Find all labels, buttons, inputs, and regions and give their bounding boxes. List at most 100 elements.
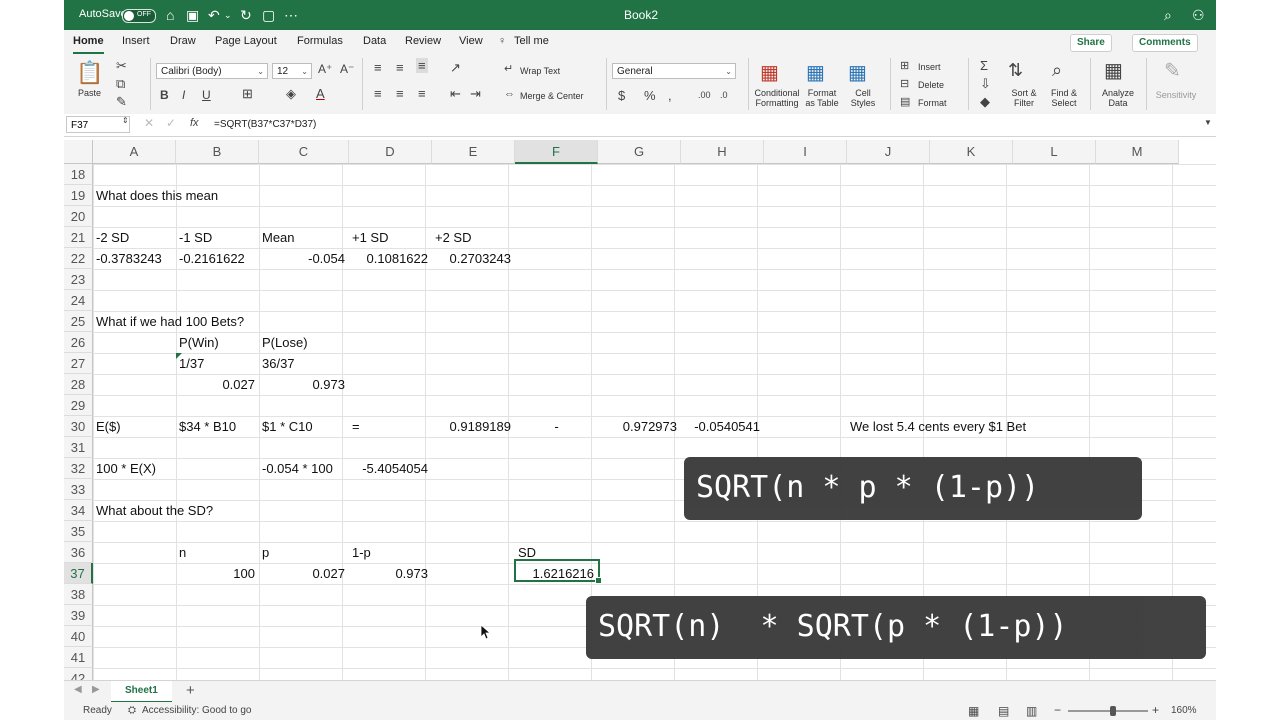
more-options-icon[interactable]: ⋯ [284, 6, 298, 24]
insert-function-button[interactable]: fx [190, 117, 199, 129]
cell-d32[interactable]: -5.4054054 [349, 458, 428, 479]
column-header-i[interactable]: I [764, 140, 847, 164]
zoom-in-icon[interactable]: + [1152, 703, 1159, 717]
italic-icon[interactable]: I [182, 88, 185, 102]
cell-d37[interactable]: 0.973 [349, 563, 428, 584]
tab-formulas[interactable]: Formulas [297, 35, 343, 47]
cell-c28[interactable]: 0.973 [259, 374, 345, 395]
cut-icon[interactable]: ✂ [116, 58, 127, 74]
cell-e30[interactable]: 0.9189189 [432, 416, 511, 437]
delete-cells-icon[interactable]: ⊟ [900, 77, 909, 90]
cell-a30[interactable]: E($) [96, 416, 121, 437]
column-header-j[interactable]: J [847, 140, 930, 164]
increase-font-icon[interactable]: A⁺ [318, 62, 332, 76]
select-all-corner[interactable] [64, 140, 93, 164]
cell-b37[interactable]: 100 [176, 563, 255, 584]
cancel-icon[interactable]: ✕ [144, 116, 154, 130]
conditional-formatting-icon[interactable]: ▦ [760, 60, 779, 85]
align-right-icon[interactable]: ≡ [418, 86, 426, 101]
find-select-button[interactable]: Find & Select [1048, 88, 1080, 108]
account-icon[interactable]: ⚇ [1192, 6, 1205, 24]
sort-filter-button[interactable]: Sort & Filter [1008, 88, 1040, 108]
comma-icon[interactable]: , [668, 88, 672, 103]
undo-icon[interactable]: ↶ [208, 6, 220, 24]
align-top-icon[interactable]: ≡ [374, 60, 382, 75]
share-button[interactable]: Share [1070, 34, 1112, 52]
cell-b22[interactable]: -0.2161622 [179, 248, 245, 269]
font-name-select[interactable]: Calibri (Body) ⌄ [156, 63, 268, 79]
row-header-27[interactable]: 27 [64, 353, 93, 374]
undo-dropdown-icon[interactable]: ⌄ [224, 6, 232, 24]
new-document-icon[interactable]: ▢ [262, 6, 275, 24]
row-header-30[interactable]: 30 [64, 416, 93, 437]
column-header-g[interactable]: G [598, 140, 681, 164]
page-break-view-icon[interactable]: ▥ [1026, 704, 1037, 718]
row-header-23[interactable]: 23 [64, 269, 93, 290]
currency-icon[interactable]: $ [618, 88, 625, 103]
format-cells-button[interactable]: Format [918, 98, 947, 108]
row-header-25[interactable]: 25 [64, 311, 93, 332]
row-header-29[interactable]: 29 [64, 395, 93, 416]
row-header-40[interactable]: 40 [64, 626, 93, 647]
sort-filter-icon[interactable]: ⇅ [1008, 60, 1023, 81]
cell-styles-button[interactable]: Cell Styles [848, 88, 878, 108]
cell-b30[interactable]: $34 * B10 [179, 416, 236, 437]
accessibility-status[interactable]: Accessibility: Good to go [142, 705, 252, 716]
cell-a21[interactable]: -2 SD [96, 227, 129, 248]
expand-formula-icon[interactable]: ▼ [1204, 118, 1212, 127]
formula-input[interactable]: =SQRT(B37*C37*D37) [214, 119, 316, 130]
column-header-m[interactable]: M [1096, 140, 1179, 164]
align-left-icon[interactable]: ≡ [374, 86, 382, 101]
wrap-text-button[interactable]: Wrap Text [520, 66, 560, 76]
find-select-icon[interactable]: ⌕ [1052, 60, 1062, 81]
row-header-37[interactable]: 37 [64, 563, 93, 584]
error-indicator-icon[interactable] [176, 353, 182, 359]
cell-a19[interactable]: What does this mean [96, 185, 218, 206]
insert-cells-button[interactable]: Insert [918, 62, 941, 72]
active-cell-f37[interactable] [514, 559, 602, 584]
cell-d30[interactable]: = [352, 416, 360, 437]
column-header-k[interactable]: K [930, 140, 1013, 164]
format-as-table-icon[interactable]: ▦ [806, 60, 825, 85]
row-header-32[interactable]: 32 [64, 458, 93, 479]
analyze-data-icon[interactable]: ▦ [1104, 58, 1123, 83]
cell-b26[interactable]: P(Win) [179, 332, 219, 353]
tab-review[interactable]: Review [405, 35, 441, 47]
save-icon[interactable]: ▣ [186, 6, 199, 24]
tab-home[interactable]: Home [73, 35, 104, 54]
cell-d36[interactable]: 1-p [352, 542, 371, 563]
name-box-stepper-icon[interactable]: ⇕ [122, 116, 129, 125]
cell-c27[interactable]: 36/37 [262, 353, 295, 374]
format-as-table-button[interactable]: Format as Table [802, 88, 842, 108]
row-header-31[interactable]: 31 [64, 437, 93, 458]
cell-d22[interactable]: 0.1081622 [349, 248, 428, 269]
sensitivity-icon[interactable]: ✎ [1164, 58, 1181, 83]
page-layout-view-icon[interactable]: ▤ [998, 704, 1009, 718]
fill-color-icon[interactable]: ◈ [286, 86, 296, 102]
font-color-icon[interactable]: A [316, 86, 325, 101]
tab-data[interactable]: Data [363, 35, 386, 47]
cell-c22[interactable]: -0.054 [259, 248, 345, 269]
row-header-26[interactable]: 26 [64, 332, 93, 353]
add-sheet-icon[interactable]: + [186, 682, 195, 699]
row-header-42[interactable]: 42 [64, 668, 93, 680]
cell-styles-icon[interactable]: ▦ [848, 60, 867, 85]
cell-c26[interactable]: P(Lose) [262, 332, 308, 353]
comments-button[interactable]: Comments [1132, 34, 1198, 52]
column-header-b[interactable]: B [176, 140, 259, 164]
cell-c37[interactable]: 0.027 [259, 563, 345, 584]
align-center-icon[interactable]: ≡ [396, 86, 404, 101]
underline-icon[interactable]: U [202, 88, 211, 102]
row-header-34[interactable]: 34 [64, 500, 93, 521]
column-header-f[interactable]: F [515, 140, 598, 164]
row-header-38[interactable]: 38 [64, 584, 93, 605]
bold-icon[interactable]: B [160, 88, 169, 102]
sheet-tab-sheet1[interactable]: Sheet1 [111, 681, 172, 703]
font-size-select[interactable]: 12 ⌄ [272, 63, 312, 79]
cell-a32[interactable]: 100 * E(X) [96, 458, 156, 479]
tab-view[interactable]: View [459, 35, 483, 47]
row-header-22[interactable]: 22 [64, 248, 93, 269]
decrease-decimal-icon[interactable]: .0 [720, 90, 728, 100]
row-header-36[interactable]: 36 [64, 542, 93, 563]
autosave-toggle[interactable]: OFF [122, 9, 156, 23]
